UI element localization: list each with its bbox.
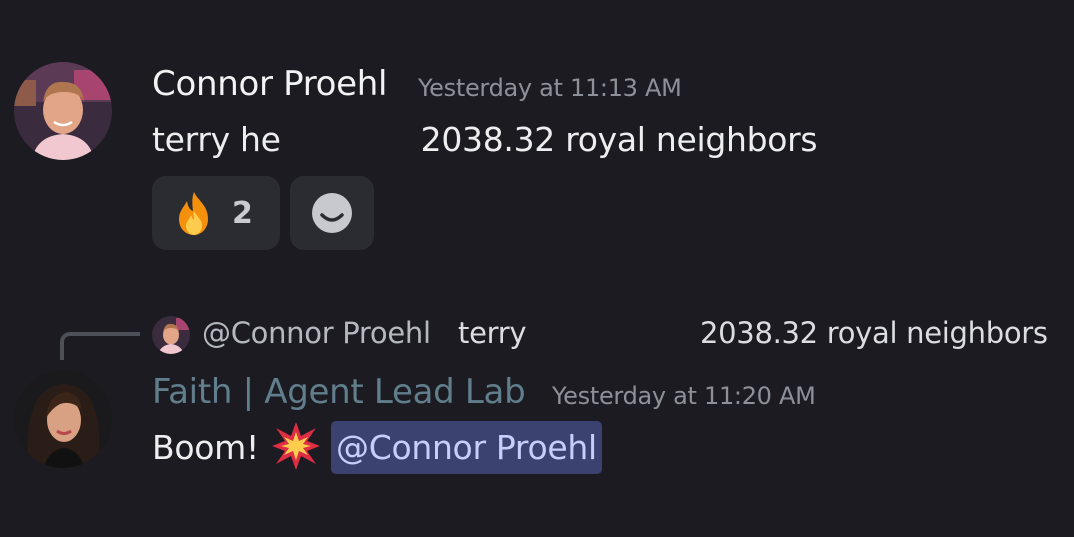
chat-messages: Connor Proehl Yesterday at 11:13 AM terr… xyxy=(0,0,1074,537)
author-name[interactable]: Connor Proehl xyxy=(152,64,387,104)
author-name[interactable]: Faith | Agent Lead Lab xyxy=(152,372,526,412)
add-reaction-button[interactable] xyxy=(290,176,374,250)
reply-author[interactable]: @Connor Proehl xyxy=(202,316,431,350)
message-timestamp[interactable]: Yesterday at 11:13 AM xyxy=(418,74,682,102)
collision-emoji xyxy=(270,420,322,476)
message-text-start: terry he xyxy=(152,120,281,159)
fire-icon xyxy=(179,192,208,235)
collision-icon xyxy=(272,422,320,470)
reaction-fire[interactable]: 2 xyxy=(152,176,280,250)
redacted-region xyxy=(280,121,421,157)
reply-avatar[interactable] xyxy=(152,316,190,354)
message-text-end: 2038.32 royal neighbors xyxy=(420,120,818,159)
message-timestamp[interactable]: Yesterday at 11:20 AM xyxy=(552,382,816,410)
user-photo-icon xyxy=(152,316,190,354)
reaction-count: 2 xyxy=(232,195,253,231)
user-photo-icon xyxy=(14,370,112,468)
mention-connor[interactable]: @Connor Proehl xyxy=(331,421,602,474)
reply-text-end[interactable]: 2038.32 royal neighbors xyxy=(700,316,1048,350)
user-photo-icon xyxy=(14,62,112,160)
message-text: terry he 2038.32 royal neighbors xyxy=(152,120,818,159)
message-text: Boom! xyxy=(152,428,259,467)
avatar-connor[interactable] xyxy=(14,62,112,160)
avatar-faith[interactable] xyxy=(14,370,112,468)
reply-connector xyxy=(60,332,140,360)
reply-text-start[interactable]: terry xyxy=(458,316,527,350)
smiley-add-reaction-icon xyxy=(312,193,352,233)
